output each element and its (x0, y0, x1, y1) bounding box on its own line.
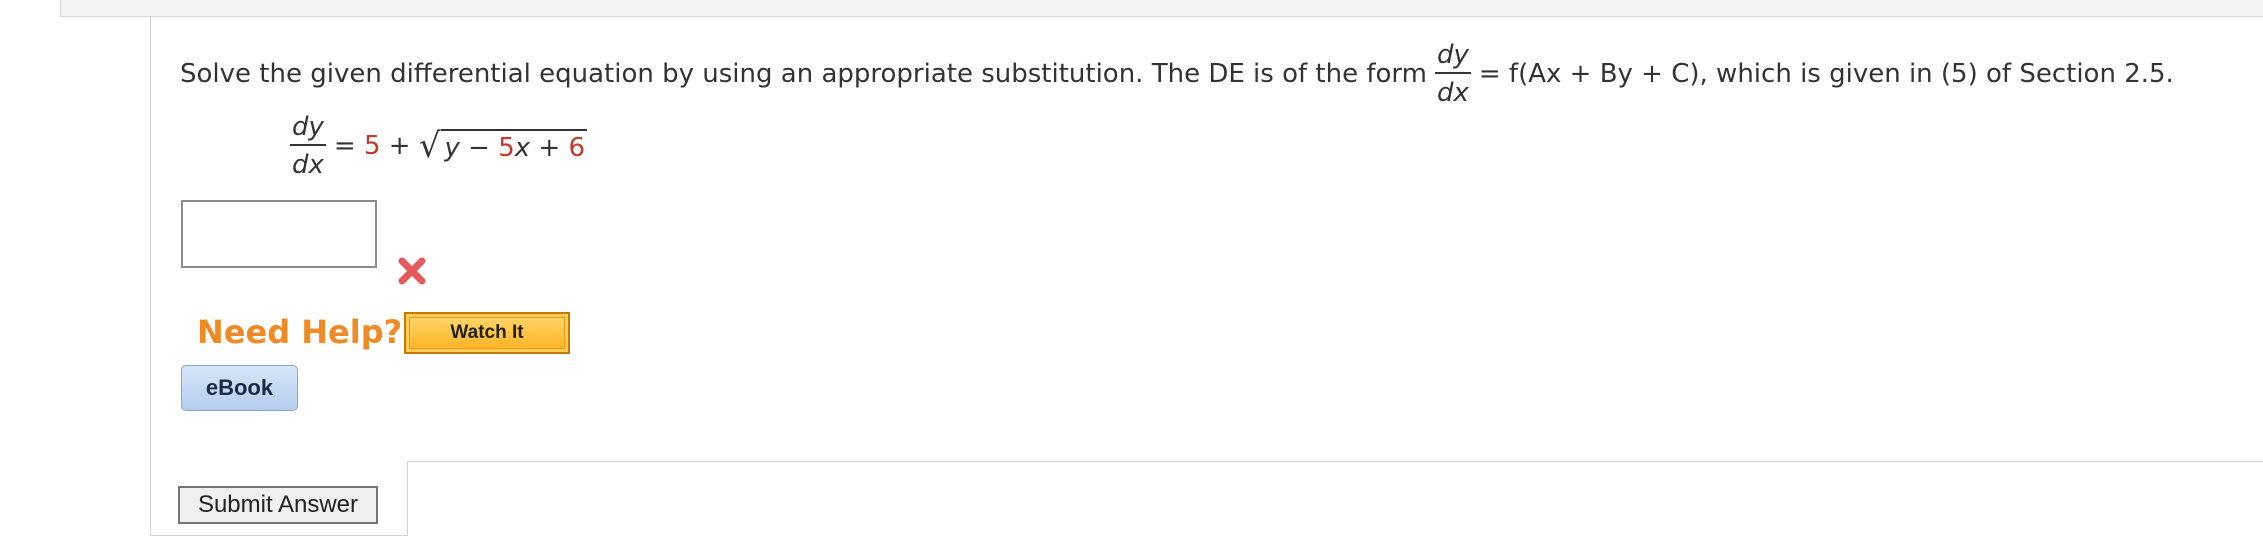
panel-border (407, 461, 408, 536)
differential-equation: dy dx = 5 + √ y − 5x + 6 (282, 114, 588, 178)
equation-numerator: dy (290, 114, 326, 146)
panel-border (150, 535, 408, 536)
watch-it-label: Watch It (409, 317, 565, 349)
equation-constant: 5 (363, 131, 381, 161)
square-root: √ y − 5x + 6 (418, 126, 588, 166)
question-prompt: Solve the given differential equation by… (180, 42, 2174, 106)
need-help-label: Need Help? (197, 313, 403, 351)
radicand-x: x (514, 133, 531, 163)
radicand-coefficient: 5 (498, 133, 515, 163)
form-rhs-text: = f(Ax + By + C), which is given in (5) … (1478, 59, 2174, 89)
panel-border (150, 16, 151, 536)
question-prompt-text: Solve the given differential equation by… (180, 59, 1427, 89)
panel-divider (407, 461, 2263, 462)
plus-sign: + (388, 131, 411, 161)
equation-fraction: dy dx (290, 114, 326, 178)
radicand: y − 5x + 6 (440, 129, 588, 163)
radicand-y: y (444, 133, 460, 163)
radicand-constant: 6 (568, 133, 586, 163)
form-fraction: dy dx (1434, 42, 1471, 108)
ebook-button[interactable]: eBook (181, 365, 298, 411)
form-numerator: dy (1434, 42, 1471, 74)
form-denominator: dx (1436, 78, 1469, 108)
answer-input[interactable] (181, 200, 377, 268)
sqrt-icon: √ (418, 126, 441, 166)
radicand-minus: − (468, 133, 490, 163)
equals-sign: = (333, 131, 356, 161)
watch-it-button[interactable]: Watch It (404, 312, 570, 354)
top-panel-strip (60, 0, 2263, 17)
incorrect-x-icon (398, 257, 426, 285)
equation-denominator: dx (292, 150, 324, 180)
radicand-plus: + (538, 133, 561, 163)
submit-answer-button[interactable]: Submit Answer (178, 486, 378, 524)
